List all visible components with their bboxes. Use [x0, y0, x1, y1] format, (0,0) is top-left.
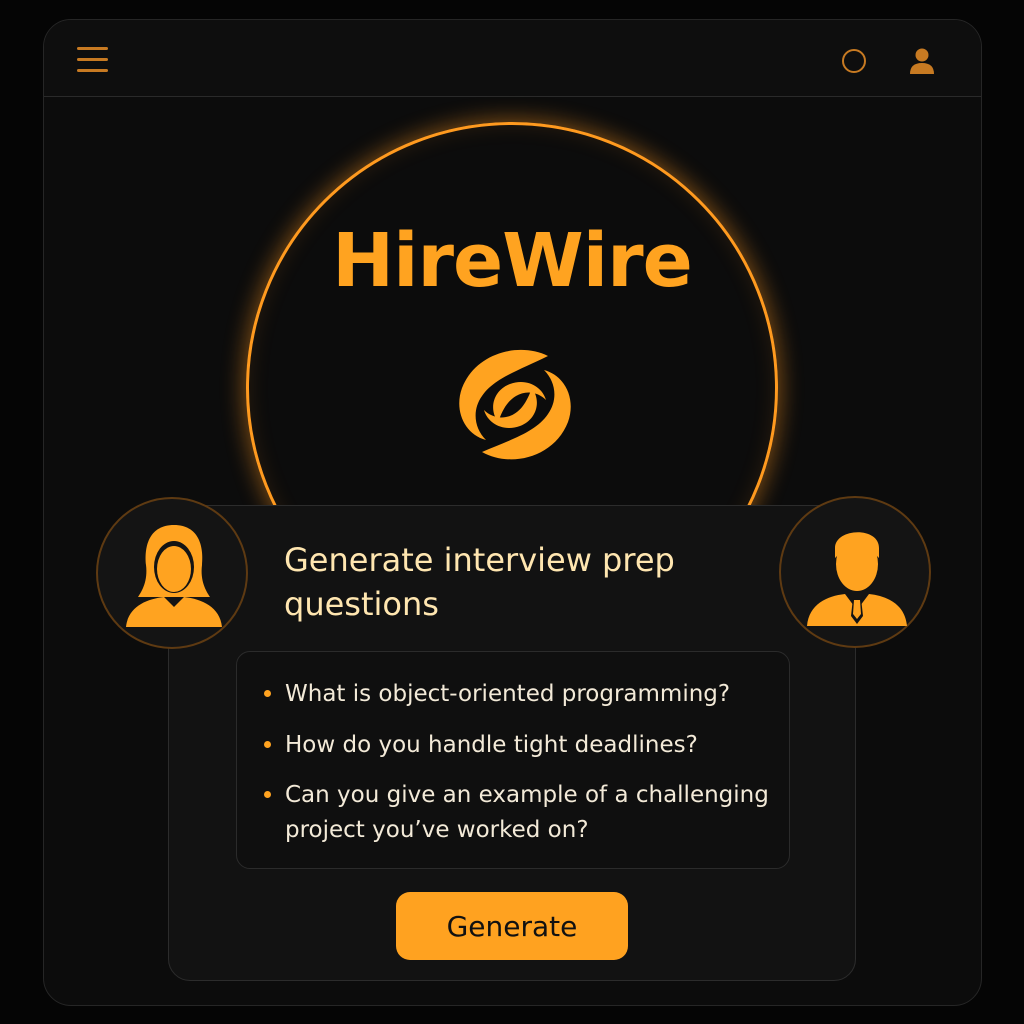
bullet-icon [264, 741, 271, 748]
question-item: What is object-oriented programming? [285, 681, 731, 707]
swirl-logo-icon [450, 340, 580, 470]
bullet-icon [264, 791, 271, 798]
bullet-icon [264, 690, 271, 697]
card-title: Generate interview prep questions [284, 541, 675, 623]
male-user-icon [779, 496, 931, 648]
question-item: Can you give an example of a challenging… [285, 782, 769, 843]
female-user-icon [96, 497, 248, 649]
profile-icon[interactable] [907, 46, 937, 76]
generate-button[interactable]: Generate [396, 892, 628, 960]
menu-icon[interactable] [77, 47, 109, 75]
top-bar [44, 20, 981, 97]
app-name: HireWire [332, 218, 693, 304]
question-item: How do you handle tight deadlines? [285, 732, 698, 758]
questions-list: What is object-oriented programming? How… [236, 651, 790, 869]
search-icon[interactable] [842, 49, 866, 73]
